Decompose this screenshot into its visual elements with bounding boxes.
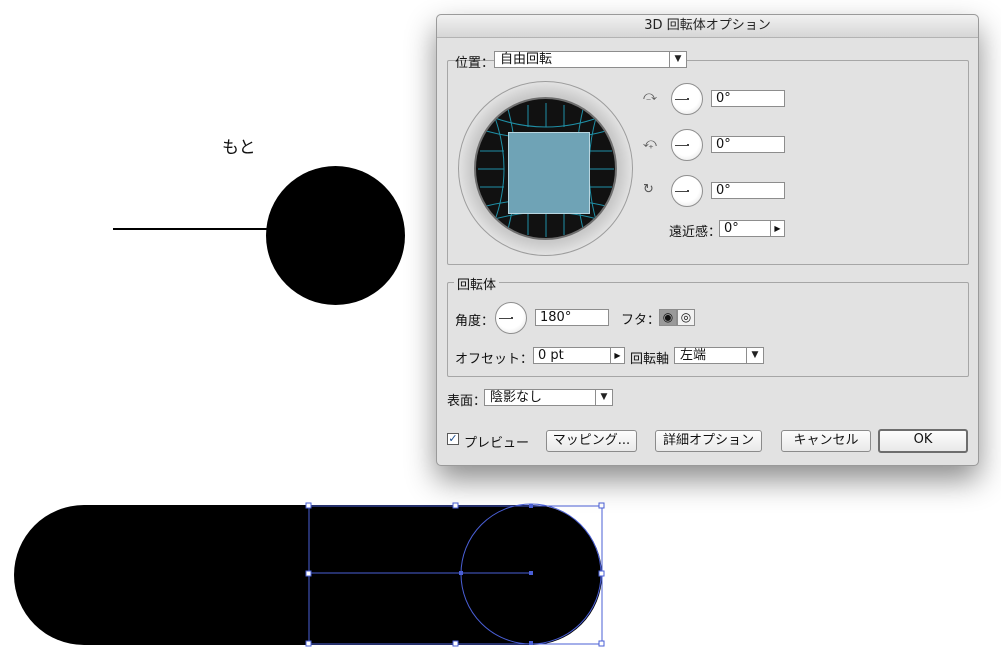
rotate-x-dial[interactable] — [671, 83, 703, 115]
stepper-arrow-icon[interactable]: ▶ — [770, 221, 784, 236]
cap-label: フタ： — [621, 313, 661, 328]
from-label: 回転軸 — [630, 352, 670, 367]
handle-tr — [598, 502, 605, 509]
cap-on-button[interactable]: ◉ — [659, 309, 677, 326]
revolve-group-label: 回転体 — [454, 274, 500, 293]
ok-button[interactable]: OK — [878, 429, 968, 453]
perspective-value: 0° — [724, 221, 739, 236]
cube-front-face[interactable] — [508, 132, 590, 214]
handle-bl — [305, 640, 312, 647]
bounding-box — [308, 505, 603, 645]
chevron-down-icon: ▼ — [746, 348, 763, 363]
handle-mr — [598, 570, 605, 577]
revolve-options-dialog: 3D 回転体オプション 位置： 自由回転 ▼ ⤼ 0° ⤽ 0° ↻ 0° 遠近… — [436, 14, 979, 466]
handle-tc — [452, 502, 459, 509]
more-options-button[interactable]: 詳細オプション — [655, 430, 762, 452]
rotate-y-field[interactable]: 0° — [711, 136, 785, 153]
preview-label[interactable]: プレビュー — [464, 432, 529, 451]
cap-off-button[interactable]: ◎ — [677, 309, 695, 326]
handle-br — [598, 640, 605, 647]
rotate-z-icon: ↻ — [643, 182, 654, 197]
cap-off-icon: ◎ — [680, 310, 692, 324]
track-cube-widget[interactable] — [458, 81, 633, 256]
handle-bc — [452, 640, 459, 647]
angle-field[interactable]: 180° — [535, 309, 609, 326]
offset-label: オフセット： — [455, 352, 534, 367]
angle-label: 角度： — [455, 314, 495, 329]
rotate-z-field[interactable]: 0° — [711, 182, 785, 199]
position-select[interactable]: 自由回転 ▼ — [494, 51, 687, 68]
position-label: 位置： — [455, 56, 495, 71]
rotate-y-icon: ⤽ — [643, 136, 657, 151]
rotate-x-field[interactable]: 0° — [711, 90, 785, 107]
anchor-point — [529, 504, 533, 508]
mapping-button[interactable]: マッピング... — [546, 430, 637, 452]
dialog-title[interactable]: 3D 回転体オプション — [437, 15, 978, 38]
anchor-point — [529, 571, 533, 575]
angle-dial[interactable] — [495, 302, 527, 334]
preview-checkbox[interactable]: ✓ — [447, 433, 459, 445]
offset-field[interactable]: 0 pt ▶ — [533, 347, 625, 364]
chevron-down-icon: ▼ — [669, 52, 686, 67]
perspective-label: 遠近感： — [669, 225, 722, 240]
rotate-x-icon: ⤼ — [643, 89, 657, 104]
stepper-arrow-icon[interactable]: ▶ — [610, 348, 624, 363]
cap-on-icon: ◉ — [662, 310, 674, 324]
handle-tl — [305, 502, 312, 509]
chevron-down-icon: ▼ — [595, 390, 612, 405]
cancel-button[interactable]: キャンセル — [781, 430, 871, 452]
offset-value: 0 pt — [538, 348, 564, 363]
perspective-field[interactable]: 0° ▶ — [719, 220, 785, 237]
handle-ml — [305, 570, 312, 577]
track-cube-ball[interactable] — [474, 97, 617, 240]
from-select-value: 左端 — [680, 348, 707, 363]
position-select-value: 自由回転 — [500, 52, 553, 67]
surface-label: 表面： — [447, 394, 487, 409]
surface-select[interactable]: 陰影なし ▼ — [484, 389, 613, 406]
rotate-z-dial[interactable] — [671, 175, 703, 207]
from-select[interactable]: 左端 ▼ — [674, 347, 764, 364]
rotate-y-dial[interactable] — [671, 129, 703, 161]
anchor-point — [459, 571, 463, 575]
surface-select-value: 陰影なし — [490, 390, 543, 405]
anchor-point — [529, 641, 533, 645]
